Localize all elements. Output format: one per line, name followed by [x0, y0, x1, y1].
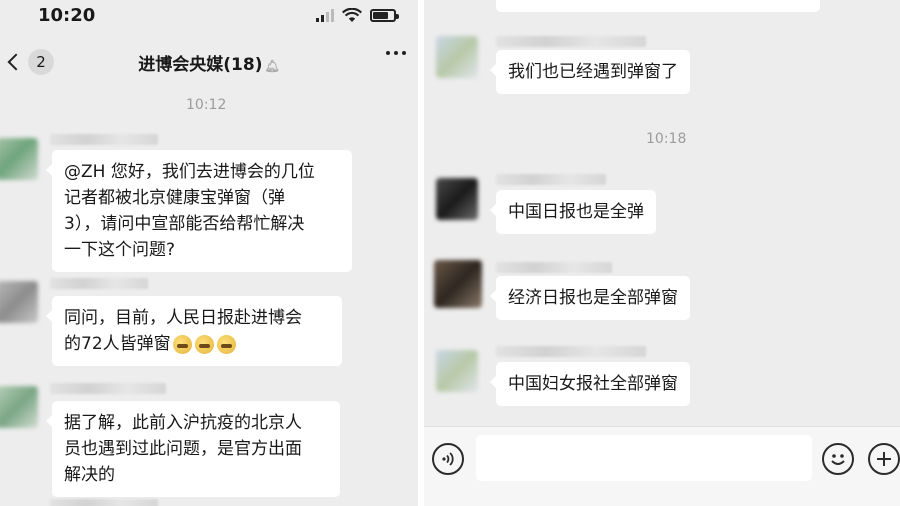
- chat-title-bar: 进博会央媒(18) 🔔︎: [0, 50, 418, 75]
- message-line: 一下这个问题?: [64, 240, 176, 260]
- message-text: 中国日报也是全弹: [508, 202, 644, 222]
- message-text: 我们也已经遇到弹窗了: [508, 62, 678, 82]
- message-line: @ZH 您好，我们去进博会的几位: [64, 162, 315, 182]
- message-bubble[interactable]: 中国妇女报社全部弹窗: [490, 362, 690, 406]
- message-bubble-partial: [496, 0, 820, 12]
- avatar[interactable]: [436, 350, 478, 392]
- message-line: 据了解，此前入沪抗疫的北京人: [64, 413, 302, 433]
- avatar[interactable]: [0, 281, 38, 323]
- message-text: 中国妇女报社全部弹窗: [508, 374, 678, 394]
- time-separator: 10:12: [186, 97, 227, 113]
- sender-name: [50, 383, 166, 394]
- more-functions-button[interactable]: [868, 443, 900, 475]
- emoji-row: [172, 334, 236, 354]
- message-line: 记者都被北京健康宝弹窗（弹: [64, 188, 285, 208]
- message-bubble[interactable]: 同问，目前，人民日报赴进博会 的72人皆弹窗: [46, 296, 342, 366]
- avatar[interactable]: [0, 138, 38, 180]
- sender-name: [496, 262, 612, 273]
- face-emoji-icon: [216, 334, 236, 354]
- message-text: 经济日报也是全部弹窗: [508, 288, 678, 308]
- avatar[interactable]: [0, 386, 38, 428]
- avatar[interactable]: [434, 260, 482, 308]
- battery-icon: [370, 9, 399, 22]
- wifi-icon: [342, 8, 362, 22]
- message-bubble[interactable]: 中国日报也是全弹: [490, 190, 656, 234]
- time-separator: 10:18: [646, 131, 687, 147]
- sender-name: [50, 134, 158, 145]
- sender-name: [496, 36, 646, 47]
- sender-name: [50, 499, 158, 506]
- plus-icon: [877, 452, 891, 466]
- emoji-icon: [831, 454, 845, 465]
- input-bar: [424, 426, 900, 506]
- message-line: 3），请问中宣部能否给帮忙解决: [64, 214, 305, 234]
- status-time: 10:20: [38, 5, 96, 26]
- message-bubble[interactable]: @ZH 您好，我们去进博会的几位 记者都被北京健康宝弹窗（弹 3），请问中宣部能…: [46, 150, 352, 272]
- sender-name: [50, 278, 148, 289]
- message-bubble[interactable]: 经济日报也是全部弹窗: [490, 276, 690, 320]
- message-input[interactable]: [476, 435, 812, 481]
- more-icon: [386, 51, 390, 55]
- message-bubble[interactable]: 我们也已经遇到弹窗了: [490, 50, 690, 94]
- message-line: 解决的: [64, 465, 115, 485]
- voice-icon: [442, 452, 454, 466]
- message-line: 员也遇到过此问题，是官方出面: [64, 439, 302, 459]
- message-line: 同问，目前，人民日报赴进博会: [64, 308, 302, 328]
- avatar[interactable]: [436, 178, 478, 220]
- sender-name: [496, 174, 606, 185]
- face-emoji-icon: [194, 334, 214, 354]
- avatar[interactable]: [436, 36, 478, 78]
- group-title: 进博会央媒(18): [138, 55, 263, 75]
- mute-bell-icon: 🔔︎: [264, 59, 280, 73]
- more-button[interactable]: [386, 51, 406, 55]
- voice-button[interactable]: [432, 443, 464, 475]
- sender-name: [496, 346, 646, 357]
- status-icons: [316, 8, 399, 23]
- chat-screen-left: 10:20 2 进博会央媒(18) 🔔︎ 10:12 @ZH 您好，我们去进博会的…: [0, 0, 418, 506]
- message-line-with-emoji: 的72人皆弹窗: [64, 331, 330, 357]
- chat-screen-right: 我们也已经遇到弹窗了 10:18 中国日报也是全弹 经济日报也是全部弹窗 中国妇…: [424, 0, 900, 506]
- message-line: 的72人皆弹窗: [64, 334, 171, 354]
- face-emoji-icon: [172, 334, 192, 354]
- message-bubble[interactable]: 据了解，此前入沪抗疫的北京人 员也遇到过此问题，是官方出面 解决的: [46, 401, 340, 497]
- emoji-button[interactable]: [822, 443, 854, 475]
- signal-icon: [316, 9, 334, 22]
